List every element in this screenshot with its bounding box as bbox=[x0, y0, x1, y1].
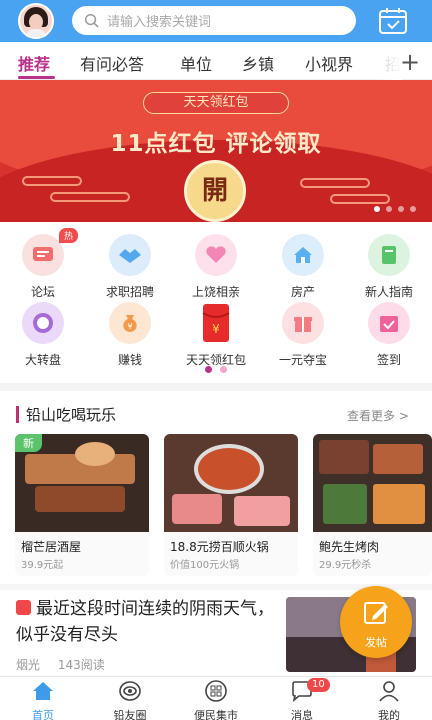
wheel-icon bbox=[22, 302, 64, 344]
nav-profile[interactable]: 我的 bbox=[354, 680, 424, 720]
message-count-badge: 10 bbox=[307, 678, 330, 692]
tab-small-view[interactable]: 小视界 bbox=[305, 51, 353, 75]
see-more-link[interactable]: 查看更多 > bbox=[347, 407, 409, 424]
article-reads: 143阅读 bbox=[57, 658, 105, 672]
banner-pill: 天天领红包 bbox=[143, 92, 289, 114]
cloud-decoration bbox=[300, 178, 370, 188]
svg-text:¥: ¥ bbox=[127, 322, 132, 331]
money-bag-icon: ¥ bbox=[109, 302, 151, 344]
deal-card[interactable]: 18.8元捞百顺火锅 价值100元火锅 bbox=[164, 434, 298, 576]
forum-icon: 热 bbox=[22, 228, 78, 276]
grid-item-treasure[interactable]: 一元夺宝 bbox=[261, 302, 345, 368]
nav-market[interactable]: 便民集市 bbox=[181, 680, 251, 720]
card-price: 39.9元起 bbox=[21, 560, 64, 571]
tab-towns[interactable]: 乡镇 bbox=[242, 51, 274, 75]
grid-item-earn[interactable]: ¥ 赚钱 bbox=[88, 302, 172, 368]
tab-qa[interactable]: 有问必答 bbox=[80, 51, 144, 75]
eye-circle-icon bbox=[119, 681, 141, 701]
grid-item-dating[interactable]: 上饶相亲 bbox=[174, 234, 258, 300]
grid-item-forum[interactable]: 热 论坛 bbox=[1, 228, 85, 300]
deal-card[interactable]: 新 榴芒居酒屋 39.9元起 bbox=[15, 434, 149, 576]
house-icon bbox=[282, 234, 324, 276]
card-image: 新 bbox=[15, 434, 149, 532]
nav-messages[interactable]: 10 消息 bbox=[267, 678, 337, 720]
banner-pagination bbox=[374, 206, 416, 212]
calendar-check-icon bbox=[368, 302, 410, 344]
red-envelope-icon: ¥ bbox=[195, 302, 237, 344]
cloud-decoration bbox=[50, 192, 130, 202]
grid-circle-icon bbox=[205, 680, 227, 702]
section-title: 铅山吃喝玩乐 bbox=[26, 406, 117, 424]
section-accent-bar bbox=[16, 406, 19, 423]
chevron-right-icon: > bbox=[398, 409, 409, 423]
cloud-decoration bbox=[22, 176, 82, 186]
search-input[interactable]: 请输入搜索关键词 bbox=[72, 6, 356, 35]
open-envelope-button[interactable]: 開 bbox=[184, 160, 246, 222]
search-placeholder: 请输入搜索关键词 bbox=[107, 15, 212, 30]
top-header: 请输入搜索关键词 bbox=[0, 0, 432, 42]
tab-recommend[interactable]: 推荐 bbox=[18, 51, 50, 75]
grid-pagination bbox=[0, 366, 432, 373]
tab-underline bbox=[18, 76, 55, 79]
card-name: 18.8元捞百顺火锅 bbox=[170, 540, 269, 554]
handshake-icon bbox=[109, 234, 151, 276]
calendar-icon[interactable] bbox=[378, 7, 408, 35]
grid-item-guide[interactable]: 新人指南 bbox=[347, 234, 431, 300]
svg-text:¥: ¥ bbox=[212, 322, 220, 336]
bottom-nav: 首页 铅友圈 便民集市 10 消息 我的 bbox=[0, 676, 432, 720]
card-price: 29.9元秒杀 bbox=[319, 560, 372, 571]
avatar[interactable] bbox=[18, 3, 54, 39]
feature-grid: 热 论坛 求职招聘 上饶相亲 房产 新人指南 大转盘 ¥ 赚钱 ¥ 天天领红包 … bbox=[0, 222, 432, 382]
grid-item-house[interactable]: 房产 bbox=[261, 234, 345, 300]
nav-friends[interactable]: 铅友圈 bbox=[95, 680, 165, 720]
book-icon bbox=[368, 234, 410, 276]
gift-icon bbox=[282, 302, 324, 344]
new-badge: 新 bbox=[15, 434, 42, 452]
promo-banner[interactable]: 天天领红包 11点红包 评论领取 開 bbox=[0, 80, 432, 222]
add-tab-icon[interactable]: + bbox=[400, 48, 420, 76]
grid-item-jobs[interactable]: 求职招聘 bbox=[88, 234, 172, 300]
grid-item-red-envelope[interactable]: ¥ 天天领红包 bbox=[174, 302, 258, 368]
tab-units[interactable]: 单位 bbox=[180, 51, 212, 75]
card-name: 榴芒居酒屋 bbox=[21, 540, 82, 554]
user-icon bbox=[379, 681, 399, 702]
post-button[interactable]: 发帖 bbox=[340, 586, 412, 658]
category-tabs: 推荐 有问必答 单位 乡镇 小视界 招 + bbox=[0, 42, 432, 80]
card-image bbox=[164, 434, 298, 532]
card-price: 价值100元火锅 bbox=[170, 560, 240, 571]
deal-card[interactable]: 鲍先生烤肉 29.9元秒杀 bbox=[313, 434, 432, 576]
card-image bbox=[313, 434, 432, 532]
divider bbox=[0, 383, 432, 391]
edit-icon bbox=[364, 602, 388, 624]
grid-item-checkin[interactable]: 签到 bbox=[347, 302, 431, 368]
home-icon bbox=[33, 682, 53, 700]
article-author: 烟光 bbox=[16, 658, 41, 672]
article-title[interactable]: 最近这段时间连续的阴雨天气，似乎没有尽头 bbox=[16, 596, 278, 648]
hot-badge: 热 bbox=[58, 228, 78, 243]
search-icon bbox=[84, 13, 99, 28]
nav-home[interactable]: 首页 bbox=[8, 680, 78, 720]
heart-icon bbox=[195, 234, 237, 276]
grid-item-wheel[interactable]: 大转盘 bbox=[1, 302, 85, 368]
card-name: 鲍先生烤肉 bbox=[319, 540, 380, 554]
cloud-decoration bbox=[330, 194, 390, 204]
article-meta: 烟光 143阅读 bbox=[16, 656, 105, 673]
banner-headline: 11点红包 评论领取 bbox=[110, 131, 322, 157]
